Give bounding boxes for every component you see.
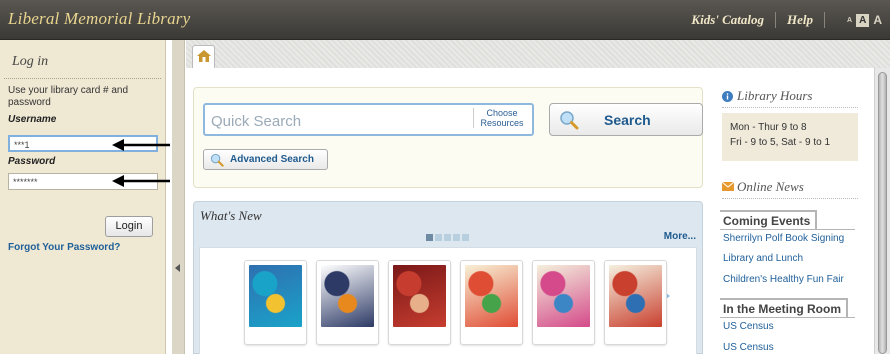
- divider: [720, 229, 855, 230]
- book-cover-item[interactable]: [244, 260, 307, 345]
- magnifier-icon: [560, 111, 579, 130]
- help-link[interactable]: Help: [776, 12, 824, 28]
- hours-box: Mon - Thur 9 to 8 Fri - 9 to 5, Sat - 9 …: [722, 113, 858, 161]
- search-button[interactable]: Search: [549, 103, 703, 136]
- library-hours-heading: Library Hours: [722, 88, 858, 108]
- pager-dot[interactable]: [453, 234, 460, 241]
- login-button[interactable]: Login: [105, 216, 153, 237]
- book-cover-image: [249, 265, 302, 327]
- annotation-arrow-icon: [112, 139, 170, 151]
- whats-new-panel: What's New More...: [193, 201, 703, 354]
- pager-dot[interactable]: [444, 234, 451, 241]
- quick-search-panel: Quick Search Choose Resources Search Adv…: [193, 87, 703, 188]
- font-size-small-button[interactable]: A: [847, 17, 852, 24]
- pager-dot[interactable]: [435, 234, 442, 241]
- vertical-scrollbar[interactable]: [874, 68, 890, 354]
- login-title: Log in: [4, 40, 161, 79]
- quick-search-placeholder: Quick Search: [211, 113, 302, 130]
- password-label: Password: [8, 156, 56, 167]
- forgot-password-link[interactable]: Forgot Your Password?: [8, 242, 120, 253]
- font-size-large-button[interactable]: A: [873, 13, 882, 27]
- quick-search-input[interactable]: Quick Search Choose Resources: [203, 103, 534, 136]
- choose-resources-link[interactable]: Choose Resources: [473, 108, 526, 128]
- tab-strip: [186, 40, 890, 68]
- online-news-title: Online News: [737, 179, 804, 194]
- event-link[interactable]: Library and Lunch: [723, 253, 803, 264]
- pager-dot[interactable]: [462, 234, 469, 241]
- magnifier-icon: [210, 153, 224, 167]
- book-cover-image: [465, 265, 518, 327]
- event-link[interactable]: Children's Healthy Fun Fair: [723, 274, 844, 285]
- search-button-label: Search: [604, 112, 651, 128]
- scrollbar-thumb[interactable]: [878, 72, 887, 354]
- book-cover-item[interactable]: [460, 260, 523, 345]
- info-icon: [722, 91, 733, 102]
- divider: [720, 317, 855, 318]
- top-links: Kids' Catalog Help A A A: [680, 0, 882, 40]
- book-cover-item[interactable]: [532, 260, 595, 345]
- advanced-search-button[interactable]: Advanced Search: [203, 149, 328, 170]
- top-header: Liberal Memorial Library Kids' Catalog H…: [0, 0, 890, 40]
- book-cover-image: [321, 265, 374, 327]
- tab-home[interactable]: [192, 45, 215, 68]
- font-size-medium-button[interactable]: A: [856, 13, 870, 27]
- book-cover-image: [393, 265, 446, 327]
- annotation-arrow-icon: [112, 175, 170, 187]
- collapse-left-icon[interactable]: [175, 264, 180, 272]
- carousel-pager: [426, 234, 469, 241]
- book-cover-item[interactable]: [388, 260, 451, 345]
- font-size-controls: A A A: [847, 13, 882, 27]
- mail-icon: [722, 182, 734, 191]
- online-news-heading: Online News: [722, 179, 858, 199]
- panel-collapse-strip[interactable]: [172, 40, 185, 354]
- meeting-link[interactable]: US Census: [723, 342, 774, 353]
- meeting-room-tab[interactable]: In the Meeting Room: [720, 298, 848, 318]
- hours-weekend: Fri - 9 to 5, Sat - 9 to 1: [730, 137, 831, 148]
- meeting-link[interactable]: US Census: [723, 321, 774, 332]
- coming-events-tab[interactable]: Coming Events: [720, 210, 818, 230]
- kids-catalog-link[interactable]: Kids' Catalog: [680, 12, 775, 28]
- username-label: Username: [8, 114, 57, 125]
- hours-weekdays: Mon - Thur 9 to 8: [730, 122, 807, 133]
- book-cover-item[interactable]: [604, 260, 667, 345]
- separator: [824, 12, 826, 28]
- book-cover-image: [609, 265, 662, 327]
- book-cover-item[interactable]: [316, 260, 379, 345]
- login-instructions: Use your library card # and password: [8, 85, 129, 108]
- login-panel: Log in Use your library card # and passw…: [0, 40, 166, 354]
- book-cover-image: [537, 265, 590, 327]
- advanced-search-label: Advanced Search: [230, 154, 314, 165]
- event-link[interactable]: Sherrilyn Polf Book Signing: [723, 233, 844, 244]
- pager-dot[interactable]: [426, 234, 433, 241]
- whats-new-title: What's New: [200, 208, 262, 223]
- more-link[interactable]: More...: [664, 231, 696, 242]
- choose-resources-label: Choose Resources: [480, 108, 524, 128]
- home-icon: [197, 50, 211, 62]
- library-hours-title: Library Hours: [737, 88, 813, 103]
- right-sidebar: Library Hours Mon - Thur 9 to 8 Fri - 9 …: [716, 68, 874, 354]
- library-name[interactable]: Liberal Memorial Library: [8, 9, 190, 29]
- book-carousel: [199, 247, 697, 354]
